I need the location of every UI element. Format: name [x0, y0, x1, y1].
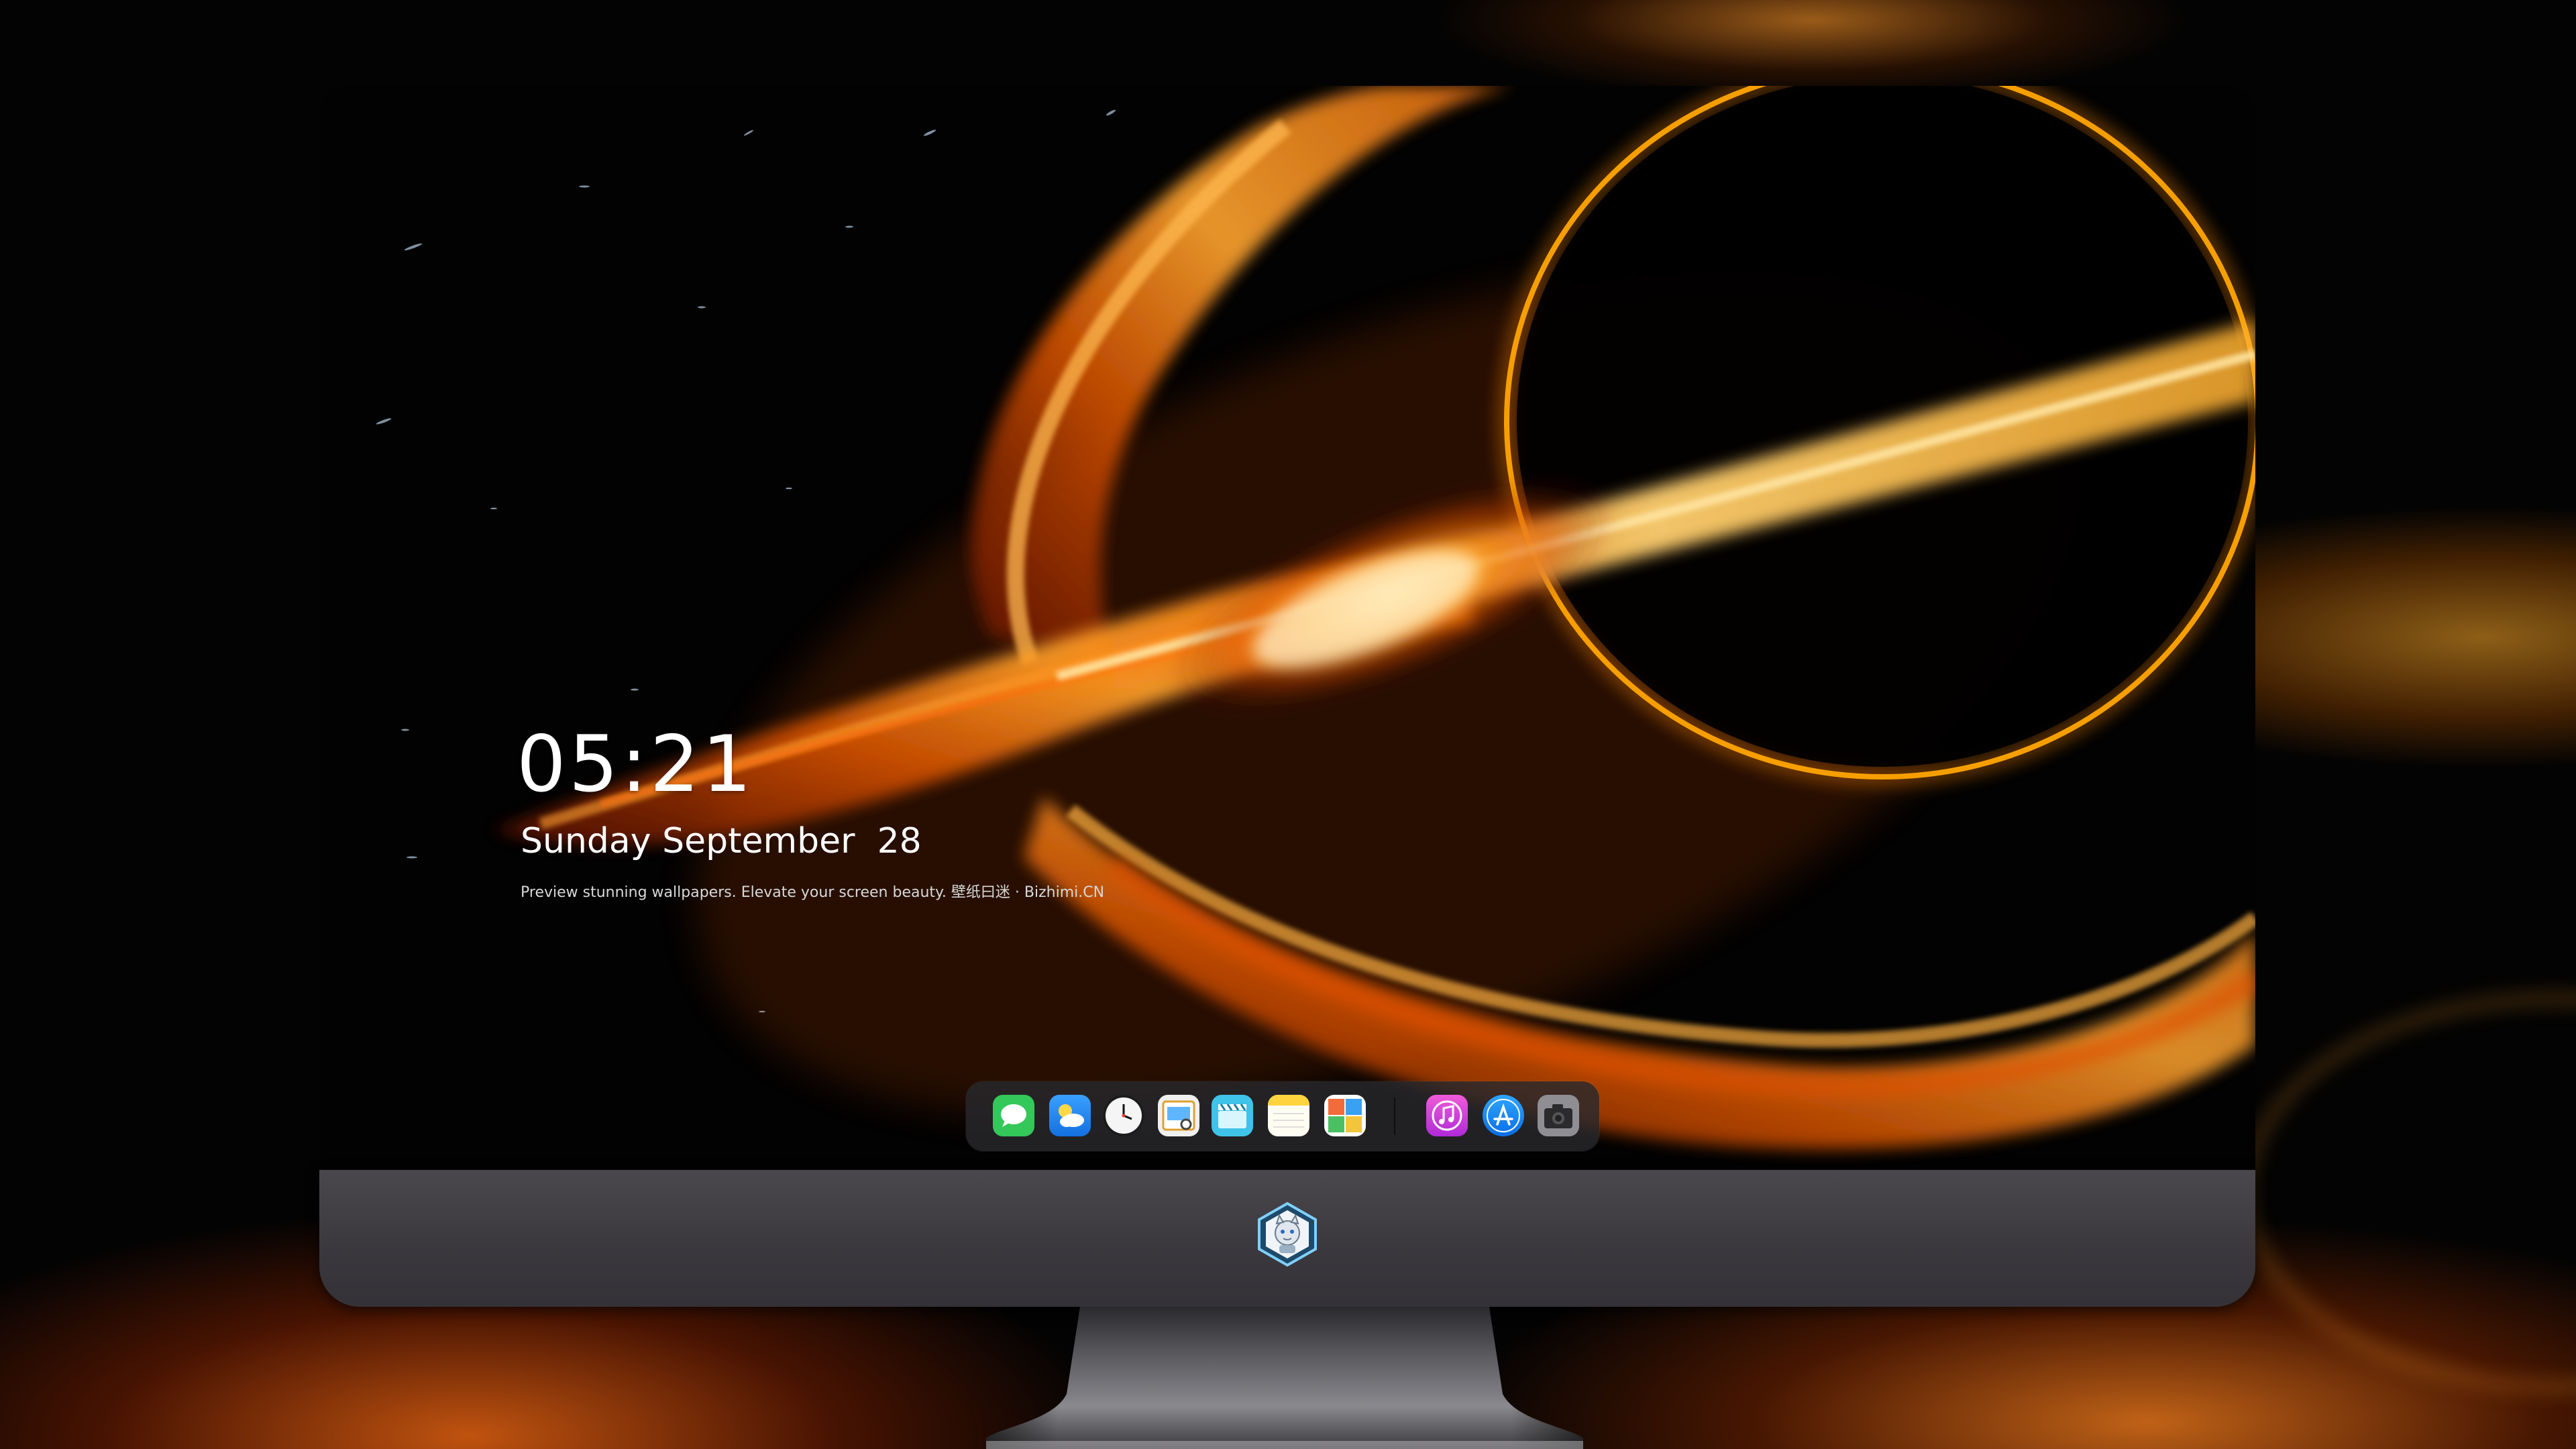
- dock-separator: [1394, 1097, 1395, 1135]
- clapperboard-icon[interactable]: [1212, 1095, 1253, 1136]
- preview-icon[interactable]: [1158, 1095, 1199, 1136]
- mascot-logo-icon: [1258, 1201, 1317, 1267]
- black-hole-wallpaper: [376, 86, 2255, 1149]
- notes-icon[interactable]: [1268, 1095, 1309, 1136]
- desktop-stage: 05:21 Sunday September 28 Preview stunni…: [0, 0, 2576, 1449]
- clock-icon[interactable]: [1103, 1095, 1144, 1136]
- wallpaper-tagline: Preview stunning wallpapers. Elevate you…: [521, 884, 1105, 901]
- weather-icon[interactable]: [1049, 1095, 1091, 1136]
- background-glow-ring: [2241, 993, 2576, 1393]
- camera-icon[interactable]: [1538, 1095, 1579, 1136]
- photo-booth-icon[interactable]: [1324, 1095, 1366, 1136]
- clock-time: 05:21: [517, 719, 755, 810]
- clock-date: Sunday September 28: [521, 821, 922, 861]
- monitor-stand: [986, 1307, 1583, 1449]
- dock: [966, 1081, 1599, 1151]
- monitor-screen: [319, 86, 2255, 1170]
- messages-icon[interactable]: [993, 1095, 1034, 1136]
- music-icon[interactable]: [1426, 1095, 1468, 1136]
- app-store-icon[interactable]: [1483, 1095, 1524, 1136]
